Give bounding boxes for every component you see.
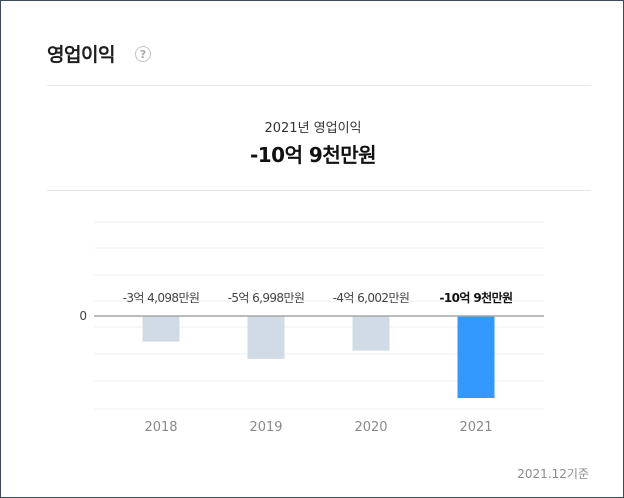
bar-2020 [352, 316, 390, 351]
y-tick-zero: 0 [79, 309, 87, 323]
reference-date: 2021.12기준 [517, 467, 589, 481]
bar-labels: -3억 4,098만원 -5억 6,998만원 -4억 6,002만원 -10억 9천… [123, 290, 513, 305]
bar-label-2021: -10억 9천만원 [440, 290, 513, 305]
bar-2018 [142, 316, 180, 342]
x-tick-2019: 2019 [249, 420, 282, 435]
bar-2021 [457, 316, 495, 398]
bars [142, 316, 495, 398]
bar-label-2018: -3억 4,098만원 [123, 291, 200, 305]
operating-profit-chart: 0 -3억 4,098만원 -5억 6,998만원 -4억 6,002만원 -10억 … [79, 221, 544, 435]
operating-profit-card: 영업이익 ? 2021년 영업이익 -10억 9천만원 0 -3억 4,098만… [0, 0, 624, 498]
x-tick-2018: 2018 [144, 420, 177, 435]
bar-label-2020: -4억 6,002만원 [333, 291, 410, 305]
bar-label-2019: -5억 6,998만원 [228, 291, 305, 305]
bar-2019 [247, 316, 285, 359]
x-ticks: 2018 2019 2020 2021 [144, 420, 492, 435]
x-tick-2021: 2021 [459, 420, 492, 435]
x-tick-2020: 2020 [354, 420, 387, 435]
